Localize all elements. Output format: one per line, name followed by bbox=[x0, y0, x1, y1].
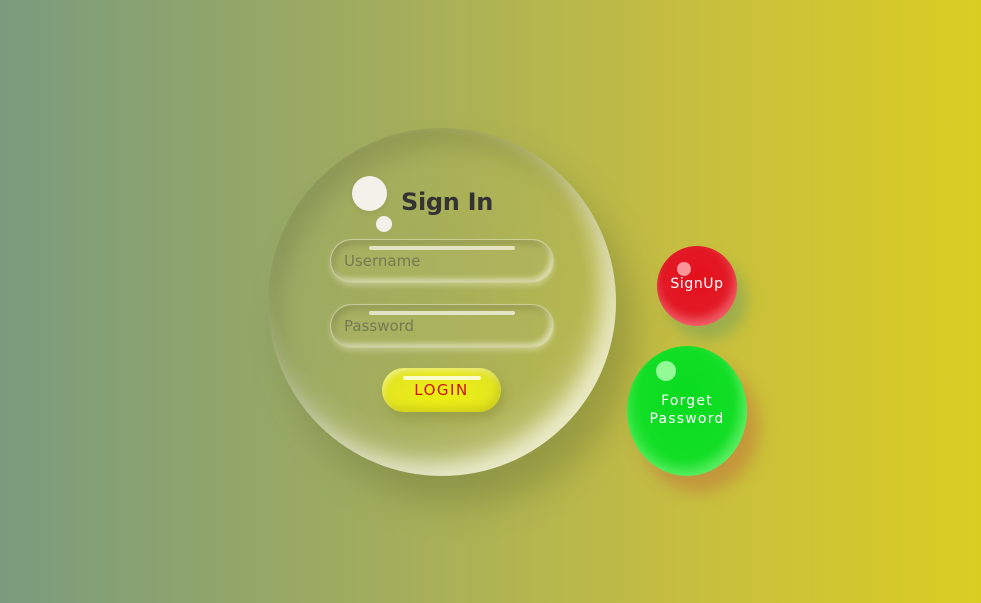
bubble-decoration-icon bbox=[352, 176, 387, 211]
login-button[interactable]: LOGIN bbox=[382, 368, 501, 412]
forget-password-label-line1: Forget bbox=[661, 393, 713, 409]
page-title: Sign In bbox=[401, 188, 494, 216]
bubble-decoration-small-icon bbox=[376, 216, 392, 232]
button-highlight bbox=[403, 376, 481, 380]
signup-button-label: SignUp bbox=[670, 276, 724, 292]
signup-button[interactable]: SignUp bbox=[657, 246, 737, 326]
forget-password-label: Forget Password bbox=[627, 392, 747, 428]
username-input[interactable] bbox=[344, 250, 539, 272]
button-highlight bbox=[656, 361, 676, 381]
forget-password-button[interactable]: Forget Password bbox=[627, 346, 747, 476]
password-field[interactable] bbox=[330, 304, 554, 348]
username-field[interactable] bbox=[330, 239, 554, 283]
password-input[interactable] bbox=[344, 315, 539, 337]
forget-password-label-line2: Password bbox=[649, 411, 725, 427]
login-button-label: LOGIN bbox=[414, 381, 469, 399]
button-highlight bbox=[677, 262, 691, 276]
signin-card bbox=[268, 128, 616, 476]
